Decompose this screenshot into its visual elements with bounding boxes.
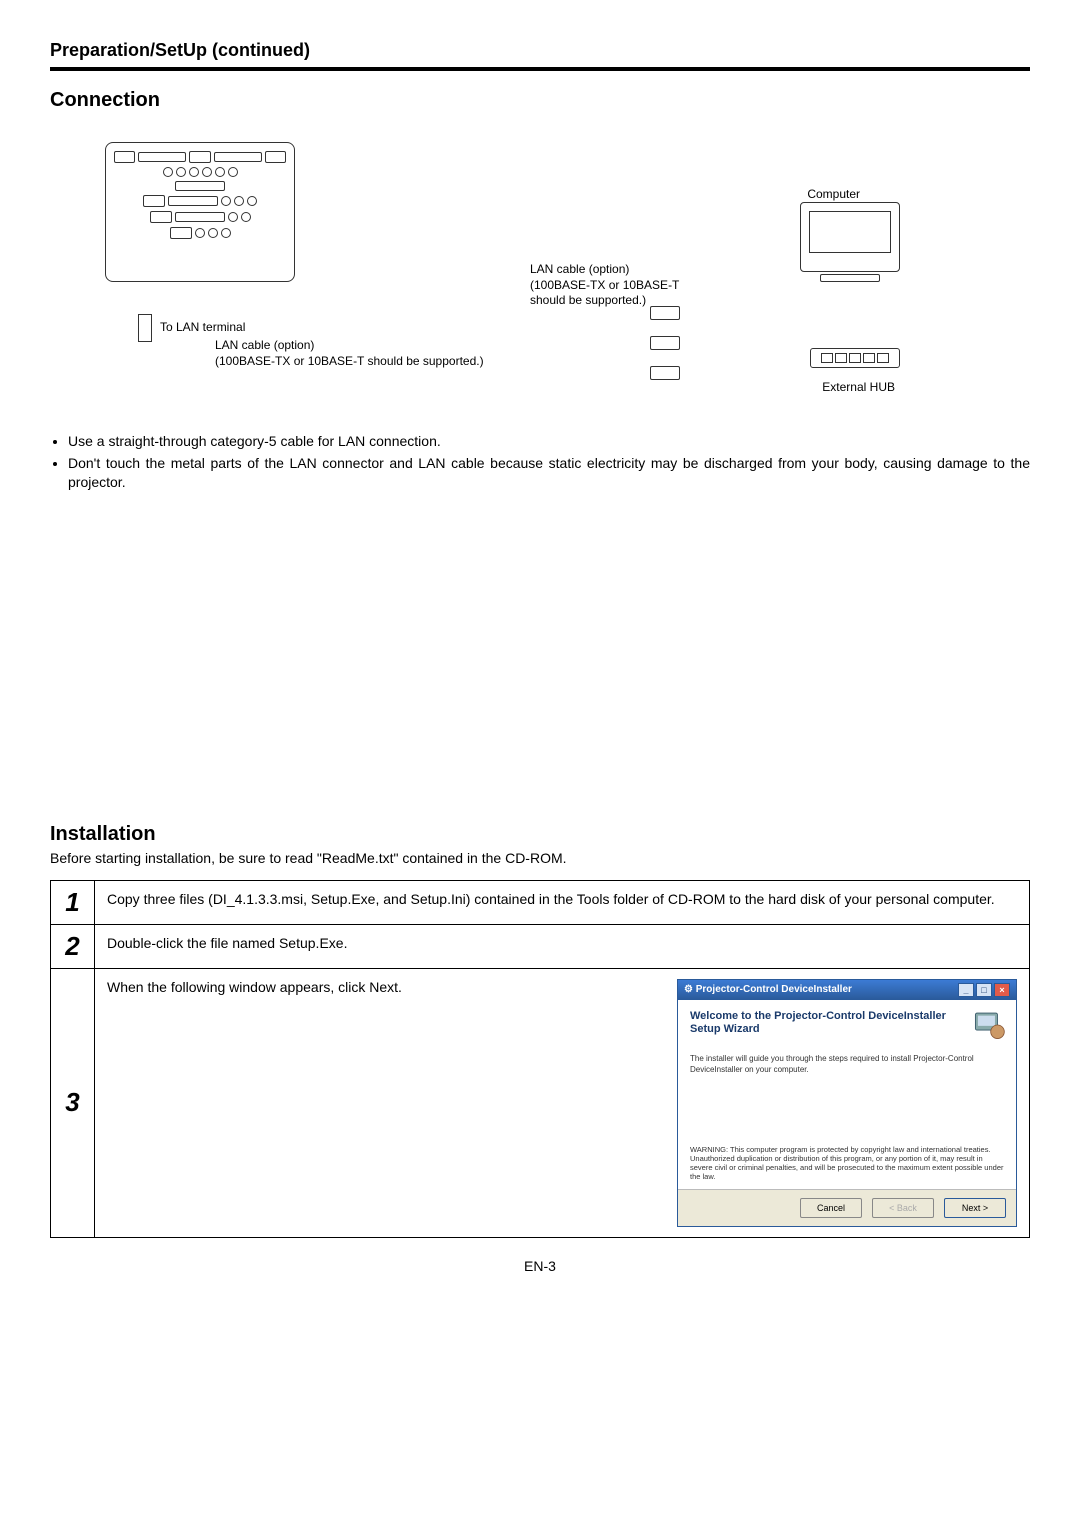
wizard-computer-icon <box>972 1008 1006 1042</box>
connector-icon <box>650 306 680 320</box>
installer-wizard-window: ⚙ Projector-Control DeviceInstaller _ □ … <box>677 979 1017 1227</box>
wizard-description: The installer will guide you through the… <box>690 1054 1004 1075</box>
wizard-titlebar: ⚙ Projector-Control DeviceInstaller _ □ … <box>678 980 1016 1000</box>
connector-icon <box>650 366 680 380</box>
connection-diagram: To LAN terminal LAN cable (option) (100B… <box>50 132 1030 412</box>
projector-outline <box>105 142 295 282</box>
installation-section-title: Installation <box>50 823 1030 846</box>
bullet-item: Use a straight-through category-5 cable … <box>68 432 1030 452</box>
wizard-footer: Cancel < Back Next > <box>678 1189 1016 1226</box>
cancel-button[interactable]: Cancel <box>800 1198 862 1218</box>
connection-bullets: Use a straight-through category-5 cable … <box>68 432 1030 493</box>
close-icon[interactable]: × <box>994 983 1010 997</box>
table-row: 1 Copy three files (DI_4.1.3.3.msi, Setu… <box>51 880 1030 924</box>
installer-icon: ⚙ <box>684 984 693 995</box>
step-number: 3 <box>51 968 95 1237</box>
step-text: Double-click the file named Setup.Exe. <box>95 924 1030 968</box>
page-header-title: Preparation/SetUp (continued) <box>50 40 1030 61</box>
wizard-heading: Welcome to the Projector-Control DeviceI… <box>690 1010 950 1036</box>
installation-intro: Before starting installation, be sure to… <box>50 850 1030 866</box>
page-number: EN-3 <box>50 1258 1030 1274</box>
lan-cable-left-label: LAN cable (option) (100BASE-TX or 10BASE… <box>215 338 484 369</box>
maximize-icon[interactable]: □ <box>976 983 992 997</box>
wizard-body: Welcome to the Projector-Control DeviceI… <box>678 1000 1016 1189</box>
step-number: 2 <box>51 924 95 968</box>
step-text: When the following window appears, click… <box>107 979 657 995</box>
lan-cable-right-label: LAN cable (option) (100BASE-TX or 10BASE… <box>530 262 679 309</box>
table-row: 2 Double-click the file named Setup.Exe. <box>51 924 1030 968</box>
back-button: < Back <box>872 1198 934 1218</box>
installation-steps-table: 1 Copy three files (DI_4.1.3.3.msi, Setu… <box>50 880 1030 1238</box>
lan-terminal-label: To LAN terminal <box>160 320 245 334</box>
step-content: When the following window appears, click… <box>95 968 1030 1237</box>
wizard-title-text: ⚙ Projector-Control DeviceInstaller <box>684 984 852 995</box>
wizard-warning: WARNING: This computer program is protec… <box>690 1145 1004 1181</box>
lan-terminal-icon <box>138 314 152 342</box>
computer-icon <box>800 202 900 297</box>
next-button[interactable]: Next > <box>944 1198 1006 1218</box>
connector-icon <box>650 336 680 350</box>
external-hub-label: External HUB <box>822 380 895 394</box>
step-text: Copy three files (DI_4.1.3.3.msi, Setup.… <box>95 880 1030 924</box>
bullet-item: Don't touch the metal parts of the LAN c… <box>68 454 1030 493</box>
step-number: 1 <box>51 880 95 924</box>
external-hub-icon <box>810 348 900 368</box>
minimize-icon[interactable]: _ <box>958 983 974 997</box>
connection-section-title: Connection <box>50 89 1030 112</box>
header-rule <box>50 67 1030 71</box>
computer-label: Computer <box>807 187 860 201</box>
table-row: 3 When the following window appears, cli… <box>51 968 1030 1237</box>
